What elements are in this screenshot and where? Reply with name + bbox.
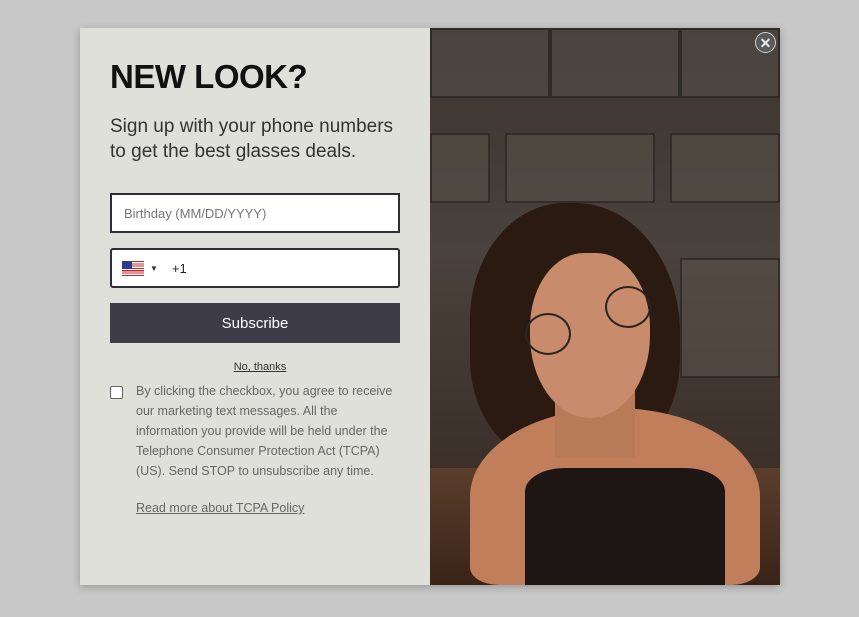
wall-brick (430, 133, 490, 203)
wall-brick (670, 133, 780, 203)
promo-photo: ✕ (430, 28, 780, 585)
us-flag-icon (122, 260, 144, 276)
birthday-input[interactable] (124, 205, 398, 221)
popup-subtext: Sign up with your phone numbers to get t… (110, 116, 394, 162)
wall-brick (550, 28, 680, 98)
glasses-lens-right (605, 286, 651, 328)
subscribe-button[interactable]: Subscribe (110, 303, 400, 343)
glasses-lens-left (525, 313, 571, 355)
close-button[interactable]: ✕ (755, 32, 776, 53)
wall-brick (430, 28, 550, 98)
no-thanks-link[interactable]: No, thanks (80, 361, 440, 373)
tcpa-policy-link[interactable]: Read more about TCPA Policy (136, 501, 304, 515)
dial-code: +1 (171, 260, 187, 276)
caret-down-icon: ▼ (150, 263, 158, 273)
form-panel: NEW LOOK? Sign up with your phone number… (80, 28, 430, 585)
country-selector[interactable]: ▼ (122, 260, 158, 276)
phone-input[interactable] (190, 260, 398, 276)
phone-field[interactable]: ▼ +1 (110, 248, 400, 288)
top-garment (525, 468, 725, 585)
wall-brick (680, 258, 780, 378)
consent-text: By clicking the checkbox, you agree to r… (136, 384, 393, 478)
signup-popup: NEW LOOK? Sign up with your phone number… (80, 28, 780, 585)
wall-brick (505, 133, 655, 203)
close-icon: ✕ (759, 34, 772, 51)
birthday-field[interactable] (110, 193, 400, 233)
popup-headline: NEW LOOK? (110, 58, 308, 95)
consent-checkbox[interactable] (110, 386, 123, 399)
